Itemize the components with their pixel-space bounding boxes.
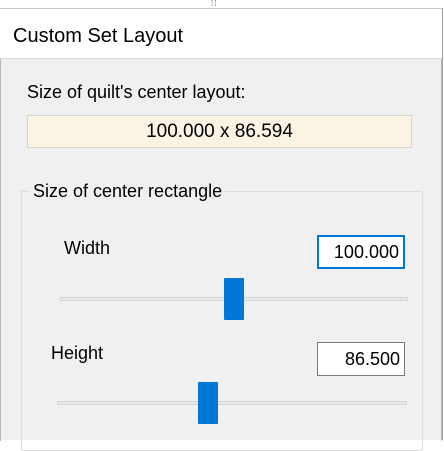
height-label: Height [51,343,104,363]
center-rectangle-groupbox: Size of center rectangle Width Height [21,179,423,451]
width-label: Width [64,238,111,258]
height-slider[interactable] [57,382,407,426]
dialog-title: Custom Set Layout [13,25,184,47]
width-slider[interactable] [60,278,408,322]
window-edge-mark: ⁞⁞ [211,0,218,8]
width-input[interactable] [317,235,405,269]
height-input[interactable] [317,342,405,376]
layout-size-display: 100.000 x 86.594 [27,115,412,148]
height-slider-track[interactable] [57,401,407,405]
dialog-content: Size of quilt's center layout: 100.000 x… [0,59,442,451]
width-slider-thumb[interactable] [224,278,244,320]
height-slider-thumb[interactable] [197,382,218,424]
custom-set-layout-dialog: Custom Set Layout Size of quilt's center… [0,8,443,451]
center-rectangle-group-label: Size of center rectangle [30,179,226,203]
layout-size-label: Size of quilt's center layout: [27,82,246,102]
dialog-header: Custom Set Layout [0,9,442,59]
